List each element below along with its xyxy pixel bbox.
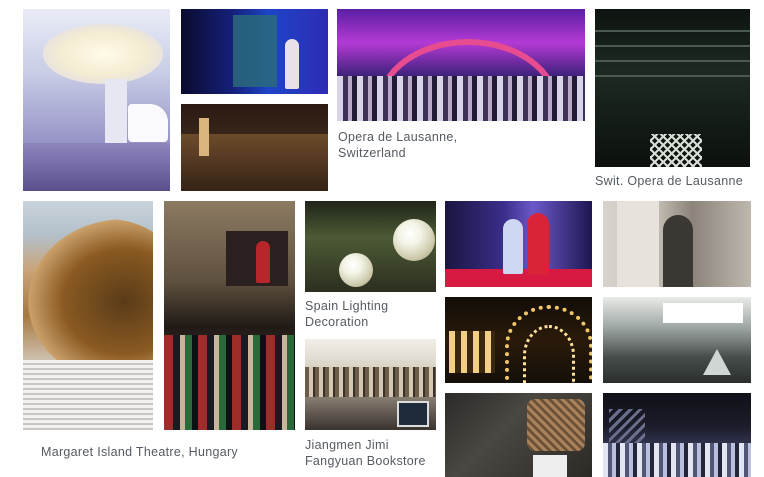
photo-jiangmen-fangyuan-bookstore [305, 339, 436, 430]
photo-light-arches-street [445, 297, 592, 383]
photo-stage-performance-dark [181, 104, 328, 191]
photo-opera-cast-on-stage [164, 201, 295, 430]
photo-opera-ensemble-curtain-call [603, 393, 751, 477]
caption-opera-de-lausanne: Opera de Lausanne, Switzerland [338, 130, 458, 160]
photo-modern-atrium [603, 297, 751, 383]
caption-swit-opera-de-lausanne: Swit. Opera de Lausanne [595, 174, 743, 188]
photo-opera-de-lausanne-stage [337, 9, 585, 121]
photo-swit-opera-de-lausanne [595, 9, 750, 167]
photo-bookstore-basket-detail [445, 393, 592, 477]
photo-margaret-island-theatre [23, 201, 153, 430]
photo-lobby-columns [603, 201, 751, 287]
photo-spain-lighting-decoration [305, 201, 436, 292]
caption-spain-lighting-decoration: Spain Lighting Decoration [305, 299, 389, 329]
caption-margaret-island-theatre: Margaret Island Theatre, Hungary [41, 445, 238, 459]
photo-performers-red-stage [445, 201, 592, 287]
photo-interior-piano-lounge [23, 9, 170, 191]
photo-stage-blue-backdrop [181, 9, 328, 94]
caption-jiangmen-fangyuan-bookstore: Jiangmen Jimi Fangyuan Bookstore [305, 438, 426, 468]
